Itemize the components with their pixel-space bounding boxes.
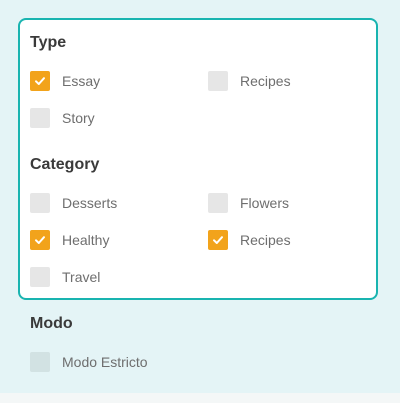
option-label: Story bbox=[62, 110, 95, 126]
type-option-essay[interactable]: Essay bbox=[30, 71, 100, 91]
page-footer-strip bbox=[0, 393, 400, 403]
option-label: Desserts bbox=[62, 195, 118, 211]
type-option-recipes[interactable]: Recipes bbox=[208, 71, 291, 91]
page: Type Essay Recipes Story Category Desser… bbox=[0, 0, 400, 403]
mode-option-strict[interactable]: Modo Estricto bbox=[30, 352, 148, 372]
category-option-travel[interactable]: Travel bbox=[30, 267, 100, 287]
checkbox[interactable] bbox=[208, 230, 228, 250]
checkbox[interactable] bbox=[30, 71, 50, 91]
option-label: Modo Estricto bbox=[62, 354, 148, 370]
type-option-story[interactable]: Story bbox=[30, 108, 95, 128]
checkbox[interactable] bbox=[30, 352, 50, 372]
checkbox[interactable] bbox=[208, 193, 228, 213]
category-option-recipes[interactable]: Recipes bbox=[208, 230, 291, 250]
checkbox[interactable] bbox=[30, 230, 50, 250]
option-label: Recipes bbox=[240, 73, 291, 89]
category-option-flowers[interactable]: Flowers bbox=[208, 193, 289, 213]
option-label: Healthy bbox=[62, 232, 110, 248]
checkbox[interactable] bbox=[30, 267, 50, 287]
filter-panel: Type Essay Recipes Story Category Desser… bbox=[18, 18, 378, 300]
mode-section-title: Modo bbox=[30, 315, 73, 332]
option-label: Flowers bbox=[240, 195, 290, 211]
check-icon bbox=[35, 236, 45, 244]
checkbox[interactable] bbox=[30, 108, 50, 128]
type-section-title: Type bbox=[30, 34, 67, 51]
category-section-title: Category bbox=[30, 156, 100, 173]
option-label: Travel bbox=[62, 269, 101, 285]
checkbox[interactable] bbox=[30, 193, 50, 213]
category-option-desserts[interactable]: Desserts bbox=[30, 193, 117, 213]
category-option-healthy[interactable]: Healthy bbox=[30, 230, 109, 250]
check-icon bbox=[35, 77, 45, 85]
check-icon bbox=[213, 236, 223, 244]
option-label: Recipes bbox=[240, 232, 291, 248]
option-label: Essay bbox=[62, 73, 101, 89]
checkbox[interactable] bbox=[208, 71, 228, 91]
